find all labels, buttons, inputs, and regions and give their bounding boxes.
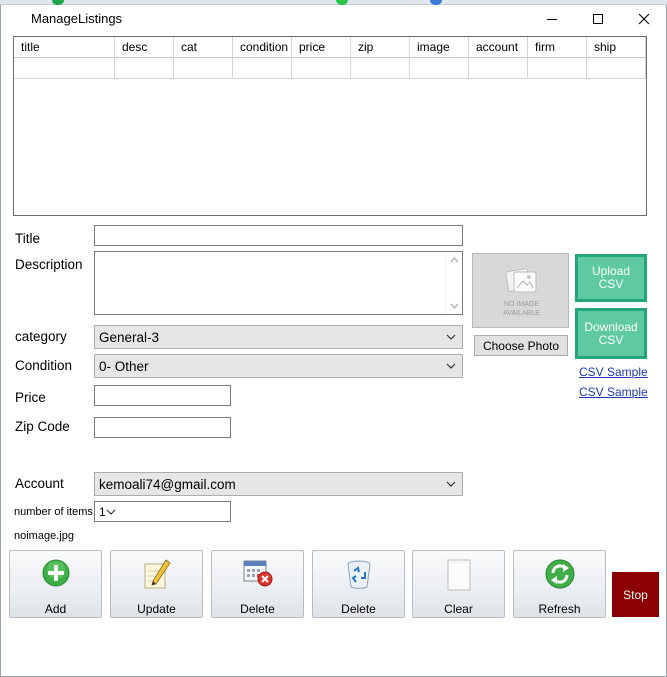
table-cell[interactable] [528, 58, 587, 79]
column-header-firm[interactable]: firm [528, 37, 587, 58]
no-image-icon [505, 268, 537, 293]
column-header-ship[interactable]: ship [587, 37, 646, 58]
scroll-down-icon [450, 303, 459, 309]
column-header-cat[interactable]: cat [174, 37, 233, 58]
refresh-icon [545, 559, 574, 589]
title-label: Title [15, 231, 41, 246]
column-header-zip[interactable]: zip [351, 37, 410, 58]
condition-select[interactable]: 0- Other [94, 354, 463, 378]
description-scrollbar[interactable] [445, 252, 462, 314]
blank-page-icon [447, 559, 470, 591]
column-header-account[interactable]: account [469, 37, 528, 58]
category-value: General-3 [99, 329, 160, 345]
update-button[interactable]: Update [110, 550, 203, 618]
price-label: Price [15, 390, 46, 405]
chevron-down-icon [106, 509, 116, 515]
edit-icon [144, 559, 171, 589]
title-input[interactable] [94, 225, 463, 246]
column-header-price[interactable]: price [292, 37, 351, 58]
price-input[interactable] [94, 385, 231, 406]
close-button[interactable] [621, 5, 667, 33]
zip-input[interactable] [94, 417, 231, 438]
refresh-button[interactable]: Refresh [513, 550, 606, 618]
column-header-desc[interactable]: desc [115, 37, 174, 58]
account-select[interactable]: kemoali74@gmail.com [94, 472, 463, 496]
table-cell[interactable] [174, 58, 233, 79]
delete-calendar-icon [243, 560, 272, 587]
condition-label: Condition [15, 358, 73, 373]
maximize-icon [593, 14, 603, 24]
description-textarea[interactable] [94, 251, 463, 315]
table-cell[interactable] [410, 58, 469, 79]
clear-button-label: Clear [444, 602, 473, 616]
delete-button-label: Delete [240, 602, 275, 616]
table-row[interactable] [14, 58, 646, 79]
maximize-button[interactable] [575, 5, 621, 33]
listings-grid[interactable]: title desc cat condition price zip image… [13, 36, 647, 216]
table-cell[interactable] [292, 58, 351, 79]
download-csv-label-line1: Download [584, 319, 638, 334]
zip-label: Zip Code [15, 419, 70, 434]
stop-button[interactable]: Stop [612, 572, 659, 617]
table-cell[interactable] [351, 58, 410, 79]
clear-button[interactable]: Clear [412, 550, 505, 618]
column-header-title[interactable]: title [14, 37, 115, 58]
csv-sample-link[interactable]: CSV Sample [579, 365, 648, 379]
download-csv-label-line2: CSV [598, 332, 624, 347]
window-title: ManageListings [31, 11, 123, 26]
account-value: kemoali74@gmail.com [99, 476, 236, 492]
table-cell[interactable] [233, 58, 292, 79]
column-header-condition[interactable]: condition [233, 37, 292, 58]
table-cell[interactable] [14, 58, 115, 79]
table-cell[interactable] [115, 58, 174, 79]
update-button-label: Update [137, 602, 176, 616]
category-label: category [15, 329, 67, 344]
no-image-text-line2: AVAILABLE [503, 310, 540, 317]
condition-value: 0- Other [99, 358, 149, 374]
no-image-text-line1: NO IMAGE [503, 301, 539, 308]
delete-recycle-button[interactable]: Delete [312, 550, 405, 618]
chevron-down-icon [446, 363, 456, 369]
close-icon [638, 13, 650, 25]
upload-csv-label-line2: CSV [598, 277, 624, 291]
table-cell[interactable] [587, 58, 646, 79]
number-of-items-label: number of items [14, 506, 93, 518]
description-label: Description [15, 257, 83, 272]
upload-csv-button[interactable]: Upload CSV [575, 254, 647, 302]
add-button-label: Add [44, 602, 67, 616]
photo-preview: NO IMAGE AVAILABLE [472, 253, 569, 328]
minimize-button[interactable] [529, 5, 575, 33]
column-header-image[interactable]: image [410, 37, 469, 58]
grid-header: title desc cat condition price zip image… [14, 37, 646, 58]
choose-photo-button[interactable]: Choose Photo [474, 335, 568, 356]
image-filename: noimage.jpg [14, 530, 74, 542]
download-csv-button[interactable]: Download CSV [575, 308, 647, 359]
number-of-items-value: 1 [99, 504, 106, 519]
refresh-button-label: Refresh [538, 602, 581, 616]
account-label: Account [15, 476, 64, 491]
csv-sample-link[interactable]: CSV Sample [579, 385, 648, 399]
minimize-icon [547, 19, 557, 20]
chevron-down-icon [446, 334, 456, 340]
category-select[interactable]: General-3 [94, 325, 463, 349]
recycle-bin-icon [347, 560, 370, 589]
chevron-down-icon [446, 481, 456, 487]
number-of-items-select[interactable]: 1 [94, 501, 231, 522]
add-button[interactable]: Add [9, 550, 102, 618]
add-icon [42, 559, 69, 587]
table-cell[interactable] [469, 58, 528, 79]
delete-button[interactable]: Delete [211, 550, 304, 618]
delete-recycle-button-label: Delete [341, 602, 376, 616]
scroll-up-icon [450, 257, 459, 263]
